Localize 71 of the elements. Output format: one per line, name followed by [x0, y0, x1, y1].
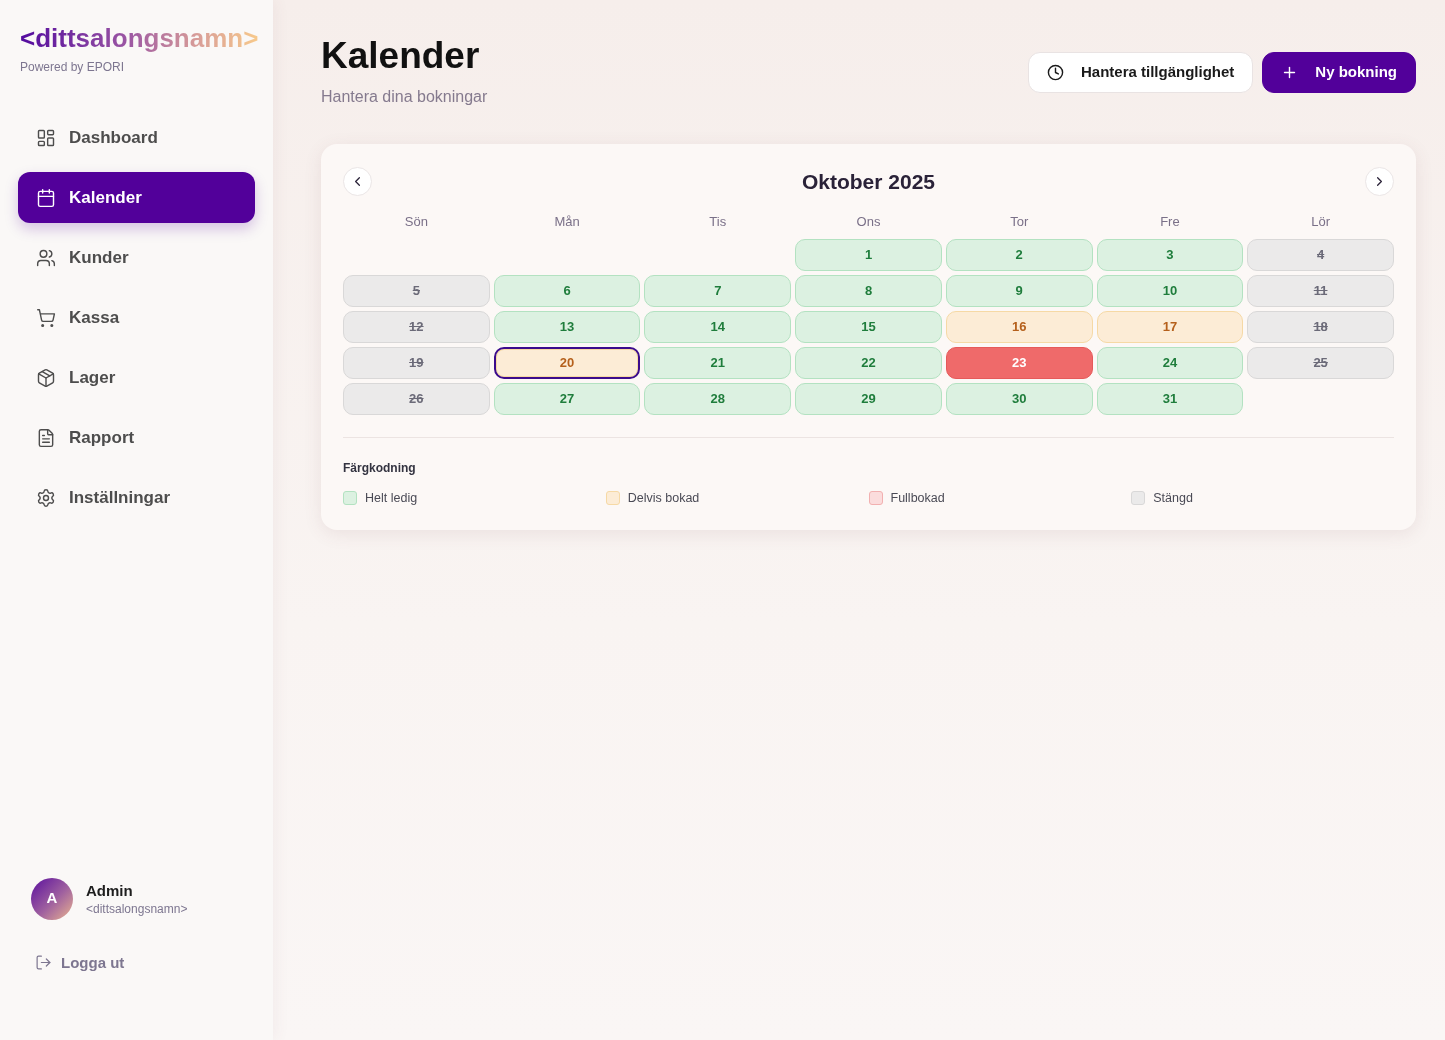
day-cell[interactable]: 14: [644, 311, 792, 343]
page-subtitle: Hantera dina bokningar: [321, 87, 488, 107]
nav-item[interactable]: Inställningar: [18, 472, 255, 523]
users-icon: [36, 247, 56, 268]
page-title: Kalender: [321, 34, 481, 78]
day-cell[interactable]: 9: [945, 275, 1093, 307]
legend-label: Fullbokad: [890, 490, 945, 507]
nav-item[interactable]: Rapport: [18, 412, 255, 463]
nav-item[interactable]: Dashboard: [18, 112, 255, 163]
day-cell[interactable]: 20: [493, 347, 641, 379]
weekday-label: Ons: [856, 213, 881, 231]
legend-label: Helt ledig: [365, 490, 418, 507]
weekday-label: Sön: [404, 213, 428, 231]
settings-icon: [36, 487, 56, 508]
month-title: Oktober 2025: [801, 168, 936, 195]
nav-item[interactable]: Kunder: [18, 232, 255, 283]
day-cell[interactable]: 19: [343, 347, 490, 379]
day-cell[interactable]: 10: [1096, 275, 1244, 307]
avatar: A: [31, 877, 73, 920]
user-salon: <dittsalongsnamn>: [86, 900, 188, 917]
day-cell[interactable]: 2: [945, 239, 1093, 271]
nav-item[interactable]: Kassa: [18, 292, 255, 343]
weekday-label: Lör: [1311, 213, 1331, 231]
day-cell[interactable]: 24: [1096, 347, 1244, 379]
calendar-icon: [36, 187, 56, 208]
day-cell[interactable]: 31: [1096, 383, 1244, 415]
day-cell[interactable]: 5: [343, 275, 490, 307]
nav-item[interactable]: Lager: [18, 352, 255, 403]
weekday-label: Mån: [554, 213, 580, 231]
day-cell[interactable]: 25: [1247, 347, 1394, 379]
dashboard-grid-icon: [36, 127, 56, 148]
day-cell[interactable]: 13: [493, 311, 641, 343]
new-booking-button[interactable]: Ny bokning: [1262, 52, 1416, 93]
day-cell[interactable]: 28: [644, 383, 792, 415]
cart-icon: [36, 307, 56, 328]
day-cell[interactable]: 29: [795, 383, 942, 415]
powered-by-text: Powered by EPORI: [20, 60, 125, 74]
legend-label: Delvis bokad: [627, 490, 700, 507]
clock-icon: [1046, 64, 1064, 81]
day-cell[interactable]: 17: [1096, 311, 1244, 343]
day-cell[interactable]: 16: [945, 311, 1093, 343]
availability-button[interactable]: Hantera tillgänglighet: [1027, 52, 1254, 93]
day-cell[interactable]: 26: [343, 383, 490, 415]
legend-title: Färgkodning: [343, 460, 417, 476]
nav-item[interactable]: Kalender: [18, 172, 255, 223]
day-cell[interactable]: 6: [493, 275, 641, 307]
next-month-button[interactable]: [1365, 167, 1394, 196]
weekday-label: Tor: [1010, 213, 1029, 231]
logout-button[interactable]: Logga ut: [35, 951, 125, 974]
day-cell[interactable]: 21: [644, 347, 792, 379]
previous-month-button[interactable]: [343, 167, 372, 196]
weekday-label: Tis: [709, 213, 727, 231]
day-cell[interactable]: 8: [795, 275, 942, 307]
day-cell[interactable]: 12: [343, 311, 490, 343]
day-cell[interactable]: 3: [1096, 239, 1244, 271]
day-cell[interactable]: 15: [795, 311, 942, 343]
day-cell[interactable]: 22: [795, 347, 942, 379]
logout-icon: [35, 954, 52, 972]
day-cell[interactable]: 1: [795, 239, 942, 271]
day-cell[interactable]: 23: [945, 347, 1093, 379]
day-cell[interactable]: 11: [1247, 275, 1394, 307]
weekday-label: Fre: [1160, 213, 1180, 231]
day-cell[interactable]: 27: [493, 383, 641, 415]
legend-label: Stängd: [1153, 490, 1193, 507]
day-cell[interactable]: 4: [1247, 239, 1394, 271]
document-icon: [36, 427, 56, 448]
day-cell[interactable]: 18: [1247, 311, 1394, 343]
box-icon: [36, 367, 56, 388]
day-cell[interactable]: 30: [945, 383, 1093, 415]
day-cell[interactable]: 7: [644, 275, 792, 307]
user-name: Admin: [86, 880, 134, 901]
